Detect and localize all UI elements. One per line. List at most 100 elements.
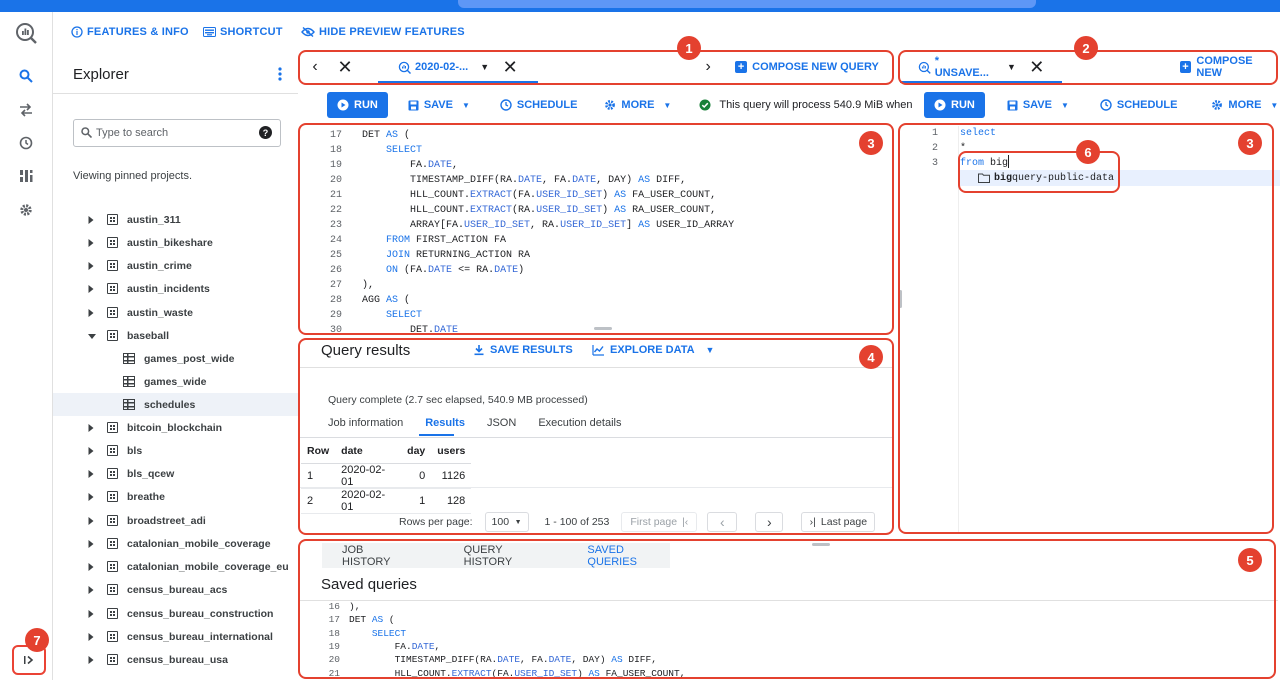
compose-new-query-button[interactable]: + COMPOSE NEW QUERY [735, 61, 879, 73]
save-button[interactable]: SAVE ▼ [408, 99, 470, 111]
caret-right-icon[interactable] [87, 261, 95, 271]
caret-right-icon[interactable] [87, 446, 95, 456]
caret-right-icon[interactable] [87, 492, 95, 502]
query-icon [918, 61, 931, 74]
dataset-item[interactable]: austin_311 [53, 208, 298, 231]
autocomplete-suggestion[interactable]: big query-public-data [960, 170, 1280, 186]
more-vert-icon[interactable] [275, 66, 285, 82]
dataset-item[interactable]: census_bureau_acs [53, 578, 298, 601]
results-tab[interactable]: Job information [328, 417, 403, 429]
dataset-item[interactable]: census_bureau_international [53, 625, 298, 648]
first-page-button[interactable]: First page |‹ [621, 512, 698, 532]
results-tab[interactable]: Results [425, 417, 465, 429]
previous-page-button[interactable]: ‹ [707, 512, 738, 532]
explorer-search-input[interactable] [96, 125, 256, 141]
table-item[interactable]: games_wide [53, 370, 298, 393]
close-tab-icon[interactable]: ✕ [332, 51, 358, 83]
left-sql-editor[interactable]: 17 DET AS (18 SELECT 19 FA.DATE, 20 TIMESTA… [300, 126, 892, 333]
history-clock-icon[interactable] [8, 128, 44, 158]
dataset-item[interactable]: breathe [53, 485, 298, 508]
caret-right-icon[interactable] [87, 655, 95, 665]
unsaved-query-tab[interactable]: * UNSAVE... ▼ [918, 55, 1016, 79]
tab-menu-arrow-icon[interactable]: ▼ [1007, 62, 1016, 72]
dataset-item[interactable]: austin_crime [53, 254, 298, 277]
dataset-item[interactable]: bls [53, 439, 298, 462]
shortcut-link[interactable]: SHORTCUT [203, 26, 283, 38]
right-sql-editor[interactable]: 1 select 2 * 3 from big [900, 126, 1278, 533]
close-unsaved-tab-icon[interactable]: ✕ [1024, 51, 1050, 83]
tab-menu-arrow-icon[interactable]: ▼ [480, 62, 489, 72]
run-button[interactable]: RUN [327, 92, 388, 118]
run-button-right[interactable]: RUN [924, 92, 985, 118]
caret-right-icon[interactable] [87, 238, 95, 248]
badge-1: 1 [677, 36, 701, 60]
saved-queries-title: Saved queries [321, 576, 417, 593]
dataset-item[interactable]: bls_qcew [53, 462, 298, 485]
hide-preview-features-link[interactable]: HIDE PREVIEW FEATURES [301, 26, 465, 38]
caret-right-icon[interactable] [87, 308, 95, 318]
next-page-button[interactable]: › [755, 512, 784, 532]
table-item[interactable]: schedules [53, 393, 298, 416]
query-tab[interactable]: 2020-02-... ▼ [398, 61, 489, 74]
dataset-item[interactable]: bitcoin_blockchain [53, 416, 298, 439]
caret-right-icon[interactable] [87, 284, 95, 294]
query-results-title: Query results [321, 342, 411, 359]
save-results-button[interactable]: SAVE RESULTS [473, 344, 573, 356]
more-button-right[interactable]: MORE ▼ [1211, 99, 1278, 111]
badge-3-right: 3 [1238, 131, 1262, 155]
caret-right-icon[interactable] [87, 585, 95, 595]
dataset-item[interactable]: catalonian_mobile_coverage [53, 532, 298, 555]
caret-right-icon[interactable] [87, 469, 95, 479]
caret-right-icon[interactable] [87, 215, 95, 225]
bottom-resize-handle[interactable] [812, 543, 830, 546]
table-item[interactable]: games_post_wide [53, 347, 298, 370]
dataset-item[interactable]: austin_incidents [53, 277, 298, 300]
explore-data-button[interactable]: EXPLORE DATA ▼ [592, 344, 714, 356]
save-button-right[interactable]: SAVE ▼ [1007, 99, 1069, 111]
caret-down-icon[interactable] [87, 331, 96, 341]
table-cell: 1126 [431, 463, 472, 489]
explorer-search-box[interactable]: ? [73, 119, 281, 147]
scroll-tabs-left-button[interactable]: ‹ [302, 51, 328, 83]
editor-resize-handle[interactable] [594, 327, 612, 330]
caret-right-icon[interactable] [87, 516, 95, 526]
dataset-item[interactable]: austin_bikeshare [53, 231, 298, 254]
dataset-item[interactable]: austin_waste [53, 301, 298, 324]
dataset-item[interactable]: baseball [53, 324, 298, 347]
features-info-link[interactable]: FEATURES & INFO [71, 26, 189, 38]
help-icon[interactable]: ? [259, 126, 272, 139]
history-tab[interactable]: SAVED QUERIES [587, 544, 670, 568]
history-tab[interactable]: JOB HISTORY [342, 544, 410, 568]
dataset-item[interactable]: census_bureau_usa [53, 648, 298, 671]
scroll-tabs-right-button[interactable]: › [695, 51, 721, 83]
caret-right-icon[interactable] [87, 539, 95, 549]
results-tab[interactable]: JSON [487, 417, 516, 429]
code-line: FROM FIRST_ACTION FA [386, 235, 507, 246]
dataset-item[interactable]: catalonian_mobile_coverage_eu [53, 555, 298, 578]
results-tab[interactable]: Execution details [538, 417, 621, 429]
dashboard-icon[interactable] [8, 161, 44, 191]
caret-right-icon[interactable] [87, 609, 95, 619]
tree-item-label: catalonian_mobile_coverage [127, 537, 271, 550]
transfers-icon[interactable] [8, 95, 44, 125]
caret-right-icon[interactable] [87, 423, 95, 433]
first-page-icon: |‹ [682, 516, 689, 528]
dataset-icon [107, 330, 118, 341]
panel-resize-handle[interactable] [899, 290, 902, 308]
schedule-button-right[interactable]: SCHEDULE [1100, 99, 1177, 111]
settings-gear-icon[interactable] [8, 195, 44, 225]
tree-item-label: census_bureau_construction [127, 607, 274, 620]
close-query-tab-icon[interactable]: ✕ [497, 51, 523, 83]
dataset-item[interactable]: broadstreet_adi [53, 509, 298, 532]
schedule-button[interactable]: SCHEDULE [500, 99, 577, 111]
rows-per-page-select[interactable]: 100 ▼ [484, 512, 529, 532]
compose-new-query-button-right[interactable]: + COMPOSE NEW [1179, 55, 1280, 79]
caret-right-icon[interactable] [87, 632, 95, 642]
global-search-bar[interactable] [458, 0, 1036, 8]
history-tab[interactable]: QUERY HISTORY [464, 544, 548, 568]
caret-right-icon[interactable] [87, 562, 95, 572]
search-icon[interactable] [8, 61, 44, 91]
more-button[interactable]: MORE ▼ [604, 99, 671, 111]
last-page-button[interactable]: ›| Last page [801, 512, 876, 532]
dataset-item[interactable]: census_bureau_construction [53, 602, 298, 625]
